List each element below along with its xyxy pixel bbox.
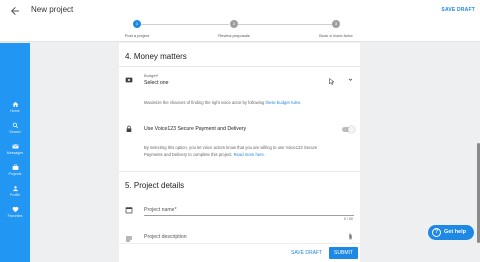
read-more-link[interactable]: Read more here.	[234, 152, 265, 157]
save-draft-button[interactable]: SAVE DRAFT	[291, 250, 322, 256]
sidebar-item-favorites[interactable]: Favorites	[0, 206, 30, 226]
sidebar-item-search[interactable]: Search	[0, 122, 30, 142]
lock-icon	[126, 125, 132, 132]
back-arrow-icon[interactable]	[9, 5, 21, 17]
step-2-dot: 2	[230, 20, 238, 28]
budget-help-text: Maximize the chances of finding the righ…	[144, 100, 354, 107]
notes-icon	[126, 236, 132, 242]
sidebar-item-messages[interactable]: Messages	[0, 143, 30, 163]
search-icon	[12, 122, 18, 129]
mouse-cursor-icon	[329, 78, 334, 85]
get-help-label: Get help	[444, 229, 467, 235]
paperclip-icon[interactable]	[347, 232, 354, 241]
project-form-card: 4. Money matters Budget* Select one Maxi…	[119, 43, 360, 262]
budget-help-suffix: .	[299, 100, 302, 105]
person-icon	[12, 186, 18, 192]
heart-icon	[12, 206, 18, 213]
save-draft-top-button[interactable]: SAVE DRAFT	[441, 7, 475, 13]
secure-help-line1: By selecting this option, you let voice …	[144, 145, 318, 150]
secure-help-line2: Payments and Delivery to complete this p…	[144, 151, 234, 157]
budget-rules-link[interactable]: these budget rules	[266, 100, 300, 105]
money-icon	[125, 77, 133, 83]
sidebar-item-home[interactable]: Home	[0, 101, 30, 121]
help-icon: ?	[432, 228, 441, 237]
sidebar-item-label: Home	[10, 109, 20, 113]
home-icon	[12, 101, 18, 107]
project-name-underline	[144, 215, 354, 216]
money-matters-title: 4. Money matters	[125, 52, 187, 61]
secure-payment-toggle[interactable]	[342, 126, 355, 133]
get-help-button[interactable]: ? Get help	[428, 225, 474, 240]
project-name-input[interactable]: Project name*	[144, 207, 177, 213]
stepper-line	[141, 24, 229, 25]
app-root: New project SAVE DRAFT 1 2 3 Post a proj…	[0, 0, 480, 262]
step-1-label: Post a project	[124, 33, 150, 38]
secure-payment-label: Use Voice123 Secure Payment and Delivery	[144, 126, 247, 132]
secure-payment-help-text: By selecting this option, you let voice …	[144, 145, 358, 158]
stepper-line	[238, 24, 332, 25]
step-1-dot: 1	[133, 20, 141, 28]
divider	[119, 66, 360, 67]
mail-icon	[12, 144, 18, 149]
sidebar: Home Search Messages Projects Profile Fa…	[0, 43, 30, 262]
briefcase-icon	[12, 164, 18, 170]
calendar-icon	[125, 207, 133, 214]
chevron-down-icon[interactable]	[347, 76, 354, 83]
sidebar-item-profile[interactable]: Profile	[0, 185, 30, 205]
budget-label: Budget*	[144, 73, 159, 78]
submit-button[interactable]: SUBMIT	[329, 247, 358, 259]
step-3-dot: 3	[332, 20, 340, 28]
project-name-counter: 0 / 50	[344, 217, 353, 221]
divider	[119, 171, 360, 172]
sidebar-item-label: Profile	[9, 193, 21, 197]
budget-value: Select one	[144, 80, 169, 86]
project-description-input[interactable]: Project description	[144, 234, 187, 240]
page-title: New project	[31, 5, 74, 14]
step-3-label: Book a Voice Actor	[319, 33, 353, 38]
sidebar-item-label: Messages	[6, 151, 24, 155]
step-2-label: Review proposals	[218, 33, 250, 38]
sidebar-item-projects[interactable]: Projects	[0, 164, 30, 184]
top-bar: New project SAVE DRAFT 1 2 3 Post a proj…	[0, 0, 480, 42]
sidebar-item-label: Projects	[8, 172, 22, 176]
toggle-knob	[348, 126, 355, 133]
project-details-title: 5. Project details	[125, 181, 185, 190]
budget-help-prefix: Maximize the chances of finding the righ…	[144, 100, 266, 105]
form-footer: SAVE DRAFT SUBMIT	[119, 243, 360, 262]
sidebar-item-label: Search	[9, 130, 21, 134]
sidebar-item-label: Favorites	[7, 214, 23, 218]
